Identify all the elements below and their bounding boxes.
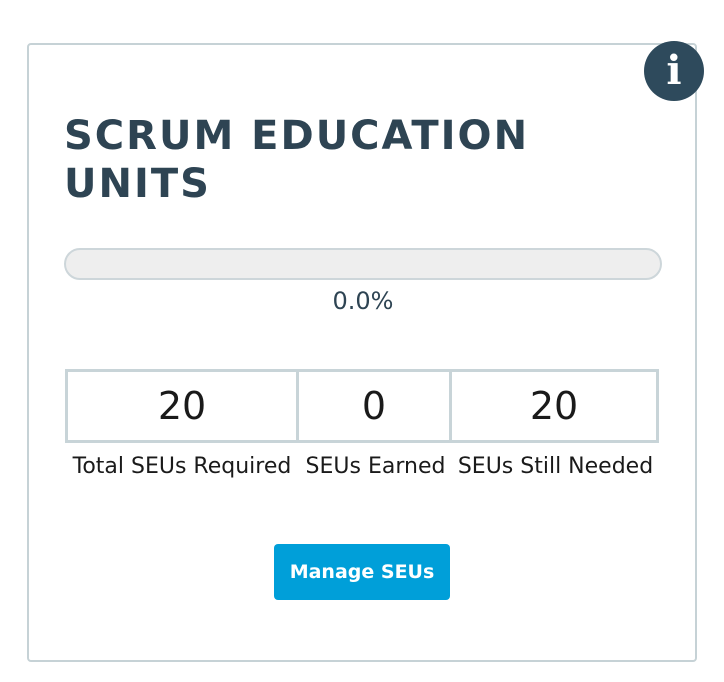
seu-stats-table: 20 0 20 — [65, 369, 659, 443]
seus-still-needed-label: SEUs Still Needed — [457, 454, 654, 479]
info-icon-glyph: i — [666, 47, 682, 94]
seus-earned-label: SEUs Earned — [305, 454, 446, 479]
seu-stats-labels: Total SEUs Required SEUs Earned SEUs Sti… — [65, 455, 659, 479]
seu-progress-bar — [64, 248, 662, 280]
info-icon[interactable]: i — [644, 41, 704, 101]
seus-earned-value: 0 — [299, 372, 452, 440]
seu-progress-percent: 0.0% — [332, 287, 394, 315]
card-title: SCRUM EDUCATION UNITS — [64, 113, 530, 207]
manage-seus-button[interactable]: Manage SEUs — [274, 544, 450, 600]
total-seus-required-label: Total SEUs Required — [72, 454, 292, 479]
total-seus-required-value: 20 — [68, 372, 299, 440]
seus-still-needed-value: 20 — [529, 384, 579, 428]
